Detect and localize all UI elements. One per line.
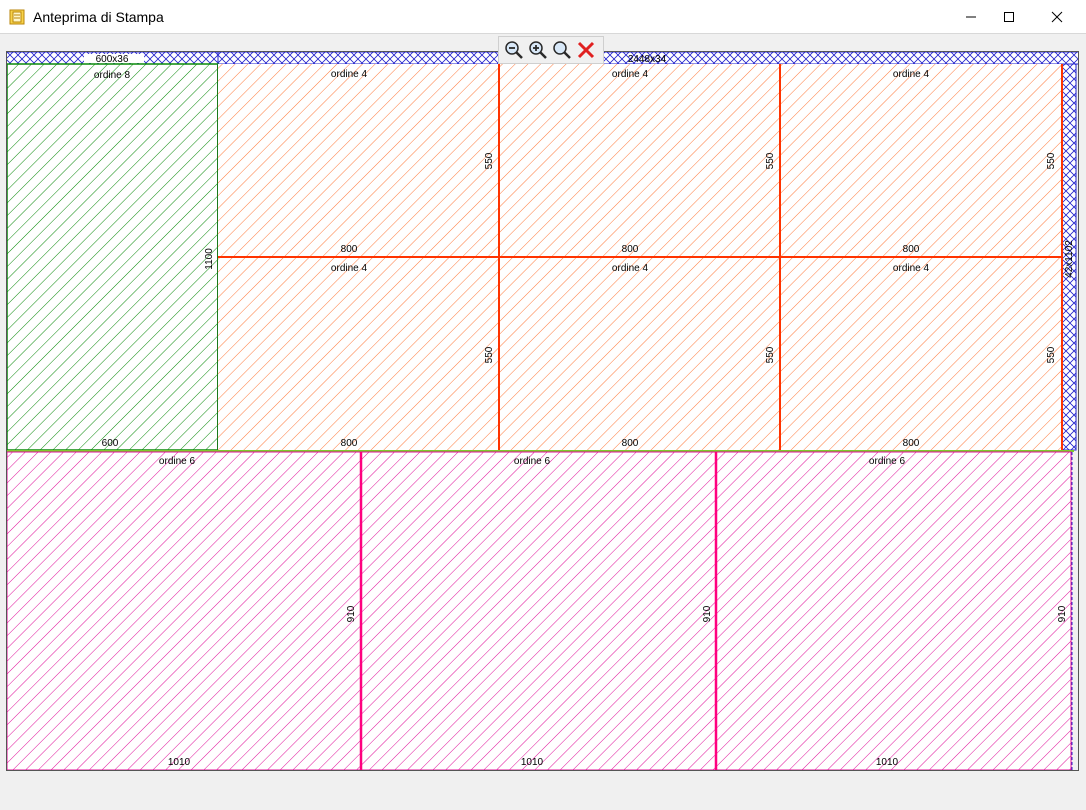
piece-height: 550 [765, 152, 776, 169]
piece-order-4[interactable] [218, 257, 499, 450]
piece-height: 550 [484, 346, 495, 363]
piece-order-6[interactable] [715, 451, 1072, 771]
close-preview-icon [577, 41, 595, 59]
window-title: Anteprima di Stampa [33, 9, 164, 25]
piece-label: ordine 6 [514, 456, 551, 467]
zoom-out-button[interactable] [503, 39, 525, 61]
piece-width: 1010 [876, 757, 899, 768]
piece-height: 550 [765, 346, 776, 363]
close-window-button[interactable] [1034, 0, 1080, 34]
zoom-in-icon [529, 41, 547, 59]
piece-label: ordine 4 [331, 263, 368, 274]
maximize-icon [1004, 12, 1014, 22]
zoom-fit-button[interactable] [551, 39, 573, 61]
piece-width: 1010 [168, 757, 191, 768]
piece-label: ordine 4 [612, 69, 649, 80]
piece-width: 800 [622, 244, 639, 255]
preview-toolbar [498, 36, 604, 64]
piece-height: 1100 [204, 248, 215, 270]
piece-height: 550 [1046, 346, 1057, 363]
scrap-label-right: 42x1102 [1064, 240, 1075, 278]
piece-width: 800 [341, 438, 358, 449]
close-icon [1051, 11, 1063, 23]
piece-height: 910 [1057, 605, 1068, 622]
title-bar: Anteprima di Stampa [0, 0, 1086, 34]
piece-height: 550 [1046, 152, 1057, 169]
piece-width: 600 [102, 438, 119, 449]
piece-order-4[interactable] [499, 257, 780, 450]
piece-width: 800 [903, 438, 920, 449]
cutting-layout-canvas[interactable]: 600x36 2448x34 42x1102 ordine 8 600 1100… [5, 51, 1080, 771]
piece-order-6[interactable] [6, 451, 362, 771]
minimize-icon [966, 16, 976, 18]
piece-order-6[interactable] [360, 451, 717, 771]
maximize-button[interactable] [986, 0, 1032, 34]
piece-width: 1010 [521, 757, 544, 768]
close-preview-button[interactable] [575, 39, 597, 61]
piece-height: 910 [702, 605, 713, 622]
zoom-out-icon [505, 41, 523, 59]
piece-order-4[interactable] [499, 64, 780, 257]
scrap-label-top-right: 2448x34 [628, 54, 667, 65]
piece-label: ordine 6 [869, 456, 906, 467]
piece-label: ordine 6 [159, 456, 196, 467]
piece-order-4[interactable] [780, 257, 1062, 450]
piece-width: 800 [622, 438, 639, 449]
piece-order-8[interactable] [6, 63, 219, 451]
piece-height: 910 [346, 605, 357, 622]
piece-order-4[interactable] [218, 64, 499, 257]
piece-order-4[interactable] [780, 64, 1062, 257]
app-window-icon [9, 9, 25, 25]
piece-width: 800 [903, 244, 920, 255]
piece-label: ordine 8 [94, 70, 131, 81]
piece-height: 550 [484, 152, 495, 169]
piece-width: 800 [341, 244, 358, 255]
piece-label: ordine 4 [612, 263, 649, 274]
piece-label: ordine 4 [331, 69, 368, 80]
status-bar [0, 771, 1086, 810]
zoom-fit-icon [553, 41, 571, 59]
piece-label: ordine 4 [893, 69, 930, 80]
piece-label: ordine 4 [893, 263, 930, 274]
zoom-in-button[interactable] [527, 39, 549, 61]
